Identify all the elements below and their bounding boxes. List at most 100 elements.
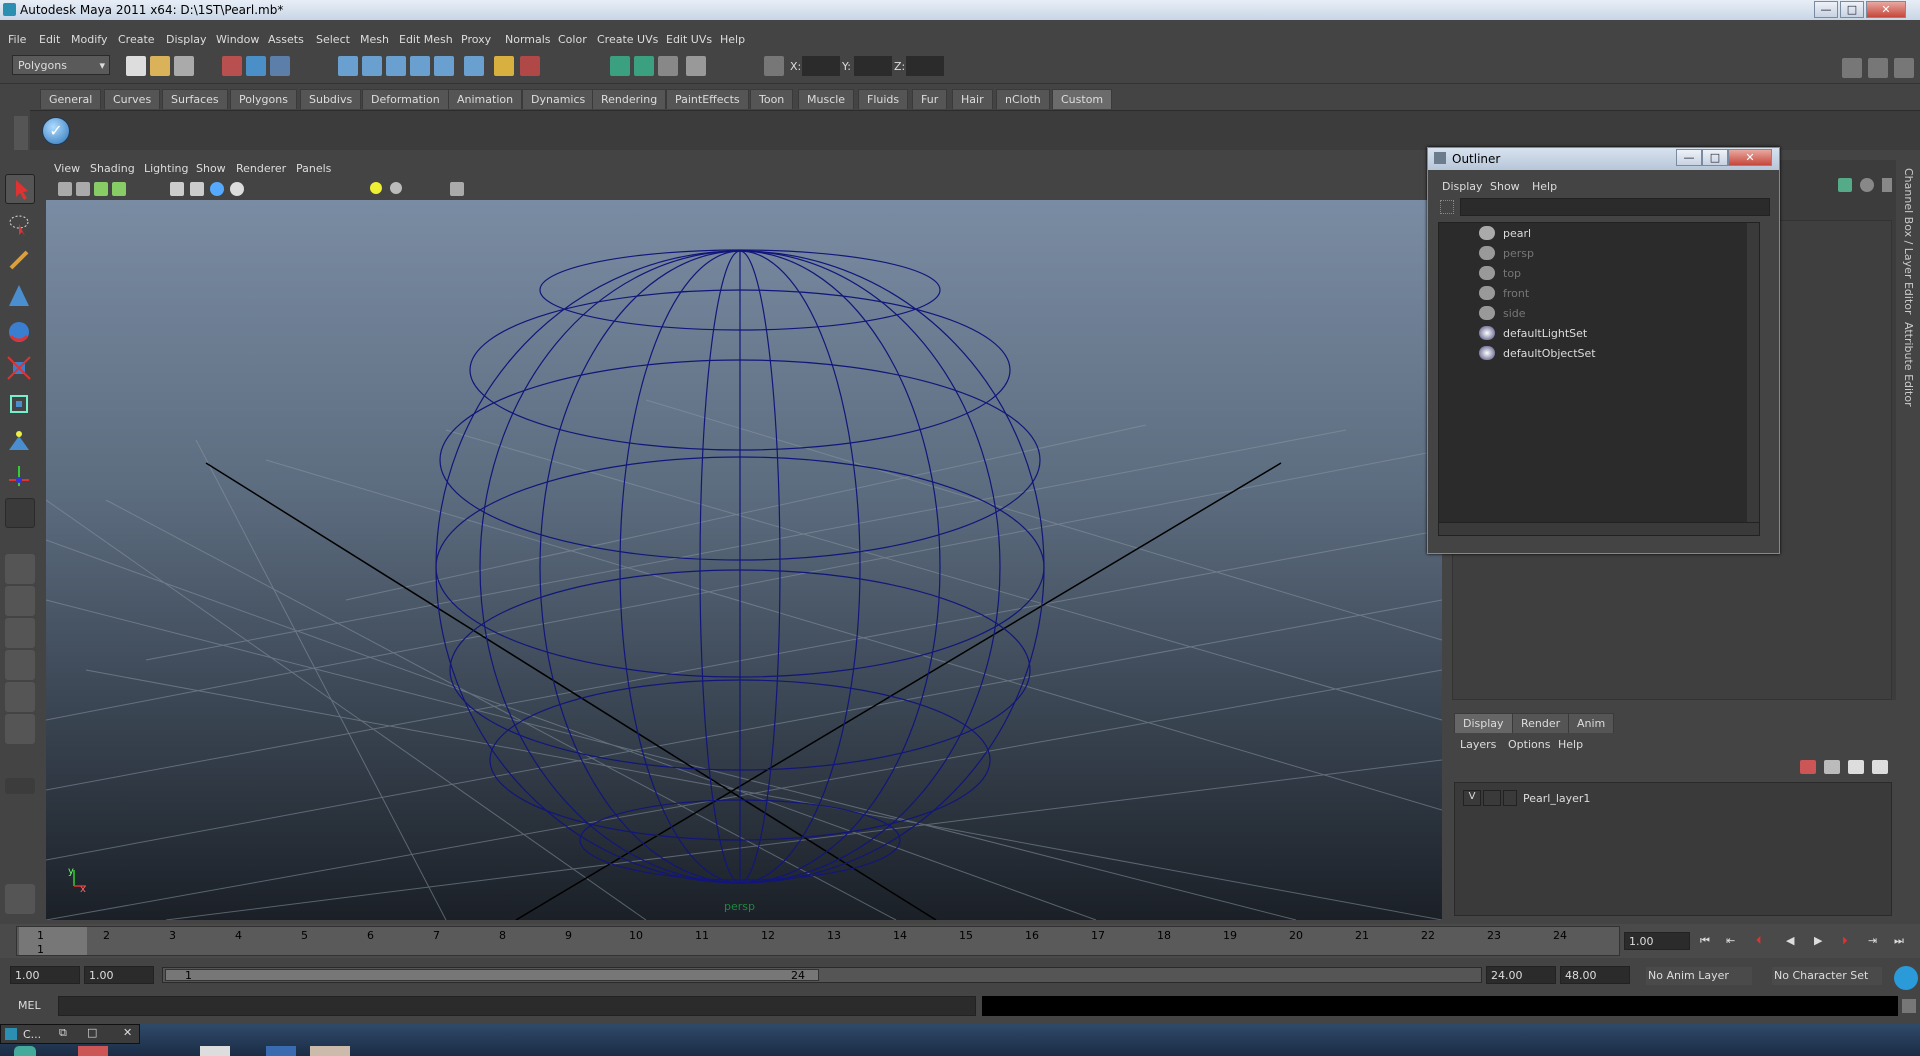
- graph-persp-layout-icon[interactable]: [5, 650, 35, 680]
- maximize-button[interactable]: □: [1840, 1, 1864, 18]
- z-field[interactable]: [906, 56, 944, 76]
- layer-tab-render[interactable]: Render: [1512, 713, 1570, 733]
- shelf-tab-animation[interactable]: Animation: [448, 89, 523, 109]
- current-time-marker[interactable]: [19, 927, 87, 955]
- viewport-menu-show[interactable]: Show: [196, 162, 226, 175]
- outliner-maximize-button[interactable]: □: [1702, 149, 1728, 166]
- ipr-render-icon[interactable]: [634, 56, 654, 76]
- script-editor-icon[interactable]: [1902, 999, 1916, 1013]
- shadows-icon[interactable]: [390, 182, 402, 194]
- time-slider[interactable]: 1 1 2 3 4 5 6 7 8 9 10 11 12 13 14 15 16…: [0, 924, 1920, 958]
- outliner-item-pearl[interactable]: pearl: [1439, 223, 1739, 243]
- taskbar-app-icon[interactable]: [266, 1046, 296, 1056]
- bookmarks-icon[interactable]: [94, 182, 108, 196]
- move-layer-down-icon[interactable]: [1872, 760, 1888, 774]
- animation-start-field[interactable]: 1.00: [10, 966, 80, 984]
- menu-select[interactable]: Select: [316, 33, 350, 46]
- range-slider-bar[interactable]: 1 24: [162, 967, 1482, 983]
- play-forward-icon[interactable]: ▶: [1814, 934, 1822, 947]
- taskbar-app-icon[interactable]: [200, 1046, 230, 1056]
- skype-icon[interactable]: [1894, 966, 1918, 990]
- menu-file[interactable]: File: [8, 33, 26, 46]
- layer-tab-display[interactable]: Display: [1454, 713, 1513, 733]
- shelf-tab-general[interactable]: General: [40, 89, 102, 109]
- char-set-dropdown[interactable]: No Character Set: [1772, 967, 1882, 985]
- viewport-menu-view[interactable]: View: [54, 162, 80, 175]
- camera-attributes-icon[interactable]: [76, 182, 90, 196]
- go-to-end-icon[interactable]: ⏭: [1894, 934, 1904, 948]
- outliner-item-side[interactable]: side: [1439, 303, 1739, 323]
- open-scene-icon[interactable]: [150, 56, 170, 76]
- outliner-item-front[interactable]: front: [1439, 283, 1739, 303]
- four-pane-layout-icon[interactable]: [5, 586, 35, 616]
- textured-icon[interactable]: [230, 182, 244, 196]
- shelf-tab-rendering[interactable]: Rendering: [592, 89, 667, 109]
- step-back-frame-icon[interactable]: ⏴: [1756, 934, 1762, 948]
- menu-assets[interactable]: Assets: [268, 33, 304, 46]
- viewport-menu-lighting[interactable]: Lighting: [144, 162, 188, 175]
- select-object-icon[interactable]: [246, 56, 266, 76]
- select-component-icon[interactable]: [270, 56, 290, 76]
- play-backward-icon[interactable]: ◀: [1786, 934, 1794, 947]
- lock-icon[interactable]: [494, 56, 514, 76]
- menu-mesh[interactable]: Mesh: [360, 33, 389, 46]
- restore-icon[interactable]: ⧉: [59, 1026, 67, 1040]
- maximize-icon[interactable]: □: [87, 1026, 97, 1039]
- select-hierarchy-icon[interactable]: [222, 56, 242, 76]
- camera-select-icon[interactable]: [58, 182, 72, 196]
- hypershade-persp-layout-icon[interactable]: [5, 682, 35, 712]
- go-to-start-icon[interactable]: ⏮: [1700, 934, 1710, 948]
- layout-options-icon[interactable]: [5, 778, 35, 794]
- side-tab-attribute-editor[interactable]: Attribute Editor: [1902, 322, 1915, 407]
- menu-edit-mesh[interactable]: Edit Mesh: [399, 33, 453, 46]
- menu-modify[interactable]: Modify: [71, 33, 107, 46]
- menu-edit-uvs[interactable]: Edit UVs: [666, 33, 712, 46]
- range-slider-handle[interactable]: [165, 969, 819, 981]
- render-current-icon[interactable]: [610, 56, 630, 76]
- layer-tab-anim[interactable]: Anim: [1568, 713, 1615, 733]
- menu-display[interactable]: Display: [166, 33, 207, 46]
- layer-visibility-toggle[interactable]: V: [1463, 790, 1481, 806]
- outliner-menu-display[interactable]: Display: [1442, 180, 1483, 193]
- rotate-tool-icon[interactable]: [5, 318, 35, 348]
- shelf-tab-surfaces[interactable]: Surfaces: [162, 89, 228, 109]
- move-layer-up-icon[interactable]: [1848, 760, 1864, 774]
- menu-proxy[interactable]: Proxy: [461, 33, 491, 46]
- outliner-item-defaultlightset[interactable]: defaultLightSet: [1439, 323, 1739, 343]
- outliner-search-input[interactable]: [1460, 198, 1770, 216]
- current-time-field[interactable]: 1.00: [1624, 932, 1690, 950]
- image-plane-icon[interactable]: [112, 182, 126, 196]
- move-tool-icon[interactable]: [5, 282, 35, 312]
- shelf-tab-ncloth[interactable]: nCloth: [996, 89, 1050, 109]
- new-layer-selected-icon[interactable]: [1824, 760, 1840, 774]
- input-line-icon[interactable]: [764, 56, 784, 76]
- shelf-tab-polygons[interactable]: Polygons: [230, 89, 297, 109]
- shelf-tab-painteffects[interactable]: PaintEffects: [666, 89, 749, 109]
- pearl-sphere-wireframe[interactable]: [435, 249, 1045, 884]
- shelf-tab-custom[interactable]: Custom: [1052, 89, 1113, 109]
- outliner-menu-show[interactable]: Show: [1490, 180, 1520, 193]
- taskbar-app-icon[interactable]: [310, 1046, 350, 1056]
- taskbar-app-icon[interactable]: [78, 1046, 108, 1056]
- step-forward-key-icon[interactable]: ⇥: [1868, 934, 1877, 947]
- help-icon[interactable]: [464, 56, 484, 76]
- taskbar-maya-item[interactable]: C... ⧉ □ ✕: [0, 1024, 140, 1044]
- single-pane-layout-icon[interactable]: [5, 554, 35, 584]
- panel-icon-axes[interactable]: [1838, 178, 1852, 192]
- menu-color[interactable]: Color: [558, 33, 587, 46]
- outliner-item-persp[interactable]: persp: [1439, 243, 1739, 263]
- panel-icon-pencil[interactable]: [1882, 178, 1892, 192]
- viewport-menu-shading[interactable]: Shading: [90, 162, 135, 175]
- viewport-menu-panels[interactable]: Panels: [296, 162, 331, 175]
- close-button[interactable]: ✕: [1866, 1, 1906, 18]
- snap-grid-icon[interactable]: [338, 56, 358, 76]
- step-forward-frame-icon[interactable]: ⏵: [1842, 934, 1848, 948]
- snap-point-icon[interactable]: [386, 56, 406, 76]
- shelf-tab-subdivs[interactable]: Subdivs: [300, 89, 362, 109]
- shelf-tab-hair[interactable]: Hair: [952, 89, 993, 109]
- graph-editor-layout-icon[interactable]: [5, 714, 35, 744]
- snap-surface-icon[interactable]: [434, 56, 454, 76]
- show-tool-settings-icon[interactable]: [1868, 58, 1888, 78]
- playback-start-field[interactable]: 1.00: [84, 966, 154, 984]
- wireframe-icon[interactable]: [190, 182, 204, 196]
